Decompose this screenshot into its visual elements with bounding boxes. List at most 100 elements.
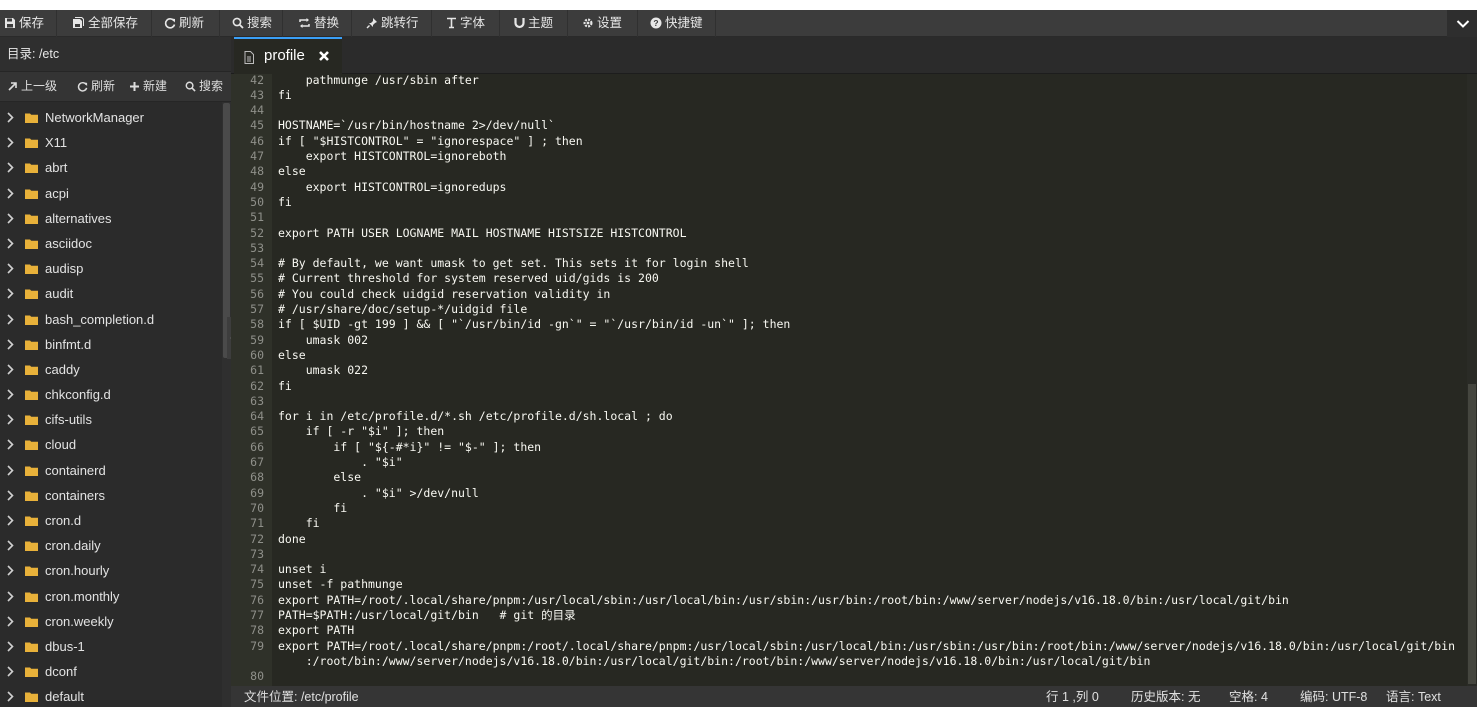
sidebar-refresh-button[interactable]: 刷新 bbox=[77, 72, 115, 102]
language-mode[interactable]: 语言: Text bbox=[1386, 686, 1441, 707]
save-label: 保存 bbox=[19, 16, 45, 30]
chevron-right-icon[interactable] bbox=[7, 490, 14, 501]
folder-item[interactable]: NetworkManager bbox=[0, 105, 222, 130]
encoding-setting[interactable]: 编码: UTF-8 bbox=[1300, 686, 1367, 707]
code-editor[interactable]: 42 pathmunge /usr/sbin after 43 fi 44 45 HOST… bbox=[231, 74, 1477, 686]
code-line: 46 if [ "$HISTCONTROL" = "ignorespace" ] … bbox=[231, 134, 1467, 149]
editor-scroll-thumb[interactable] bbox=[1468, 384, 1476, 684]
folder-name: dbus-1 bbox=[45, 638, 85, 654]
folder-item[interactable]: cron.d bbox=[0, 508, 222, 533]
settings-button[interactable]: 设置 bbox=[578, 10, 638, 37]
line-text: # Current threshold for system reserved … bbox=[278, 271, 659, 286]
cursor-position[interactable]: 行 1 ,列 0 bbox=[1046, 686, 1099, 707]
shortcuts-button[interactable]: ? 快捷键 bbox=[646, 10, 716, 37]
folder-item[interactable]: cifs-utils bbox=[0, 407, 222, 432]
code-line: 45 HOSTNAME=`/usr/bin/hostname 2>/dev/nul… bbox=[231, 118, 1467, 133]
save-all-button[interactable]: 全部保存 bbox=[68, 10, 152, 37]
folder-item[interactable]: cron.monthly bbox=[0, 584, 222, 609]
chevron-right-icon[interactable] bbox=[7, 162, 14, 173]
folder-item[interactable]: binfmt.d bbox=[0, 332, 222, 357]
chevron-right-icon[interactable] bbox=[7, 213, 14, 224]
chevron-right-icon[interactable] bbox=[7, 137, 14, 148]
line-text: unset -f pathmunge bbox=[278, 577, 403, 592]
chevron-right-icon[interactable] bbox=[7, 641, 14, 652]
parent-dir-button[interactable]: 上一级 bbox=[7, 72, 57, 102]
folder-item[interactable]: caddy bbox=[0, 357, 222, 382]
folder-item[interactable]: containers bbox=[0, 483, 222, 508]
folder-icon bbox=[25, 390, 38, 401]
line-number: 42 bbox=[250, 74, 264, 87]
chevron-right-icon[interactable] bbox=[7, 540, 14, 551]
code-line: 64 for i in /etc/profile.d/*.sh /etc/prof… bbox=[231, 409, 1467, 424]
chevron-right-icon[interactable] bbox=[7, 364, 14, 375]
new-file-button[interactable]: 新建 bbox=[129, 72, 167, 102]
theme-button[interactable]: 主题 bbox=[510, 10, 568, 37]
chevron-right-icon[interactable] bbox=[7, 187, 14, 199]
chevron-right-icon[interactable] bbox=[7, 465, 14, 476]
folder-name: cron.monthly bbox=[45, 588, 120, 604]
line-text: fi bbox=[278, 87, 292, 102]
goto-line-label: 跳转行 bbox=[381, 16, 419, 30]
folder-item[interactable]: cron.weekly bbox=[0, 609, 222, 634]
folder-item[interactable]: containerd bbox=[0, 458, 222, 483]
sidebar-search-button[interactable]: 搜索 bbox=[185, 72, 223, 102]
refresh-button[interactable]: 刷新 bbox=[160, 10, 220, 37]
sidebar-actions: 上一级 刷新 新建 搜索 bbox=[0, 72, 231, 102]
chevron-right-icon[interactable] bbox=[7, 565, 14, 576]
history-versions[interactable]: 历史版本: 无 bbox=[1131, 686, 1200, 707]
folder-item[interactable]: dconf bbox=[0, 659, 222, 684]
chevron-right-icon[interactable] bbox=[7, 616, 14, 627]
folder-item[interactable]: cloud bbox=[0, 432, 222, 457]
line-number: 79 bbox=[250, 638, 264, 653]
folder-item[interactable]: chkconfig.d bbox=[0, 382, 222, 407]
font-button[interactable]: 字体 bbox=[442, 10, 500, 37]
save-button[interactable]: 保存 bbox=[0, 10, 57, 37]
chevron-right-icon[interactable] bbox=[7, 515, 14, 526]
folder-item[interactable]: default bbox=[0, 684, 222, 707]
chevron-right-icon[interactable] bbox=[7, 112, 14, 123]
folder-name: containers bbox=[45, 487, 105, 503]
folder-item[interactable]: cron.hourly bbox=[0, 558, 222, 583]
folder-item[interactable]: alternatives bbox=[0, 206, 222, 231]
search-button[interactable]: 搜索 bbox=[228, 10, 283, 37]
chevron-right-icon[interactable] bbox=[7, 238, 14, 249]
pin-icon bbox=[366, 18, 377, 29]
folder-item[interactable]: acpi bbox=[0, 181, 222, 206]
folder-name: audisp bbox=[45, 261, 84, 277]
replace-button[interactable]: 替换 bbox=[294, 10, 352, 37]
line-text: pathmunge /usr/sbin after bbox=[278, 74, 479, 87]
folder-item[interactable]: asciidoc bbox=[0, 231, 222, 256]
folder-item[interactable]: dbus-1 bbox=[0, 634, 222, 659]
gear-icon bbox=[583, 18, 593, 28]
chevron-right-icon[interactable] bbox=[7, 414, 14, 425]
chevron-right-icon[interactable] bbox=[7, 439, 14, 451]
code-line: 42 pathmunge /usr/sbin after bbox=[231, 74, 1467, 88]
folder-item[interactable]: X11 bbox=[0, 130, 222, 155]
chevron-right-icon[interactable] bbox=[7, 691, 14, 702]
folder-item[interactable]: bash_completion.d bbox=[0, 307, 222, 332]
toolbar-collapse-button[interactable] bbox=[1447, 10, 1477, 37]
plus-icon bbox=[130, 82, 139, 91]
chevron-right-icon[interactable] bbox=[7, 666, 14, 677]
goto-line-button[interactable]: 跳转行 bbox=[362, 10, 432, 37]
folder-tree: NetworkManager X11 abrt acpi alternatives asc… bbox=[0, 105, 222, 707]
line-number: 57 bbox=[250, 302, 264, 316]
chevron-right-icon[interactable] bbox=[7, 263, 14, 274]
folder-name: cron.d bbox=[45, 513, 82, 528]
folder-item[interactable]: audisp bbox=[0, 256, 222, 281]
tab-profile[interactable]: profile bbox=[234, 37, 342, 74]
line-text: umask 002 bbox=[278, 332, 369, 347]
shortcuts-label: 快捷键 bbox=[665, 16, 703, 30]
code-line: 55 # Current threshold for system reserve… bbox=[231, 271, 1467, 286]
folder-item[interactable]: cron.daily bbox=[0, 533, 222, 558]
indent-setting[interactable]: 空格: 4 bbox=[1229, 686, 1268, 707]
folder-item[interactable]: audit bbox=[0, 281, 222, 306]
chevron-right-icon[interactable] bbox=[7, 590, 14, 602]
close-icon[interactable] bbox=[318, 50, 330, 62]
floppy-icon bbox=[5, 18, 15, 28]
chevron-right-icon[interactable] bbox=[7, 288, 14, 299]
folder-item[interactable]: abrt bbox=[0, 155, 222, 180]
chevron-right-icon[interactable] bbox=[7, 339, 14, 350]
chevron-right-icon[interactable] bbox=[7, 313, 14, 325]
chevron-right-icon[interactable] bbox=[7, 389, 14, 400]
